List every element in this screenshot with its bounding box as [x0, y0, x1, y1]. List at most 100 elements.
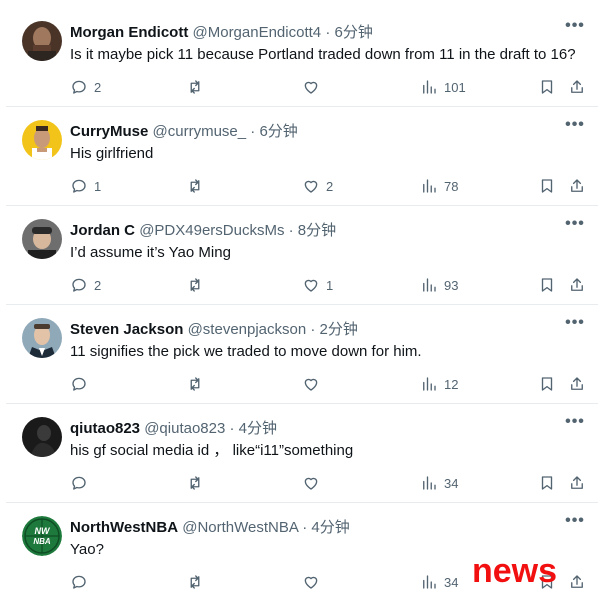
like-button[interactable]: 1	[302, 275, 333, 295]
display-name[interactable]: Steven Jackson	[70, 321, 183, 338]
views-button[interactable]: 93	[420, 275, 458, 295]
action-bar: 2 1 93	[70, 275, 588, 295]
repost-button[interactable]	[186, 473, 210, 493]
avatar[interactable]	[22, 417, 62, 457]
like-button[interactable]	[302, 77, 326, 97]
reply-header: Steven Jackson @stevenpjackson · 2分钟	[70, 318, 558, 338]
reply-icon	[72, 179, 86, 193]
bookmark-button[interactable]	[538, 275, 556, 295]
display-name[interactable]: Jordan C	[70, 222, 135, 239]
reply-header: NorthWestNBA @NorthWestNBA · 4分钟	[70, 516, 558, 536]
more-options-button[interactable]: •••	[564, 315, 586, 336]
user-handle[interactable]: @currymuse_	[153, 123, 247, 140]
repost-icon	[190, 278, 200, 292]
reply-icon	[72, 377, 86, 391]
reply-item[interactable]: Jordan C @PDX49ersDucksMs · 8分钟 ••• I’d …	[6, 206, 598, 305]
share-icon	[571, 179, 583, 192]
reply-button[interactable]	[70, 374, 94, 394]
bookmark-button[interactable]	[538, 77, 556, 97]
more-options-button[interactable]: •••	[564, 414, 586, 435]
view-count: 101	[444, 79, 466, 95]
reply-button[interactable]	[70, 572, 94, 592]
reply-item[interactable]: qiutao823 @qiutao823 · 4分钟 ••• his gf so…	[6, 404, 598, 503]
user-handle[interactable]: @PDX49ersDucksMs	[139, 222, 284, 239]
avatar[interactable]: NW NBA	[22, 516, 62, 556]
display-name[interactable]: CurryMuse	[70, 123, 148, 140]
reply-button[interactable]: 1	[70, 176, 101, 196]
reply-button[interactable]: 2	[70, 275, 101, 295]
svg-text:NBA: NBA	[33, 537, 51, 546]
like-button[interactable]	[302, 572, 326, 592]
svg-text:NW: NW	[35, 526, 51, 536]
timestamp[interactable]: 6分钟	[259, 123, 297, 140]
views-icon	[423, 476, 436, 490]
user-handle[interactable]: @qiutao823	[144, 420, 225, 437]
views-button[interactable]: 101	[420, 77, 466, 97]
views-button[interactable]: 34	[420, 572, 458, 592]
share-button[interactable]	[568, 374, 586, 394]
timestamp[interactable]: 2分钟	[320, 321, 358, 338]
user-handle[interactable]: @stevenpjackson	[188, 321, 307, 338]
like-button[interactable]	[302, 473, 326, 493]
more-options-button[interactable]: •••	[564, 216, 586, 237]
bookmark-button[interactable]	[538, 374, 556, 394]
more-options-button[interactable]: •••	[564, 513, 586, 534]
separator: ·	[288, 222, 294, 239]
reply-item[interactable]: CurryMuse @currymuse_ · 6分钟 ••• His girl…	[6, 107, 598, 206]
heart-icon	[304, 477, 318, 490]
reply-button[interactable]	[70, 473, 94, 493]
reply-text: His girlfriend	[70, 145, 154, 162]
share-button[interactable]	[568, 77, 586, 97]
more-options-button[interactable]: •••	[564, 117, 586, 138]
repost-icon	[190, 476, 200, 490]
views-button[interactable]: 12	[420, 374, 458, 394]
reply-count: 2	[94, 277, 102, 293]
display-name[interactable]: qiutao823	[70, 420, 140, 437]
timestamp[interactable]: 4分钟	[311, 519, 349, 536]
bookmark-icon	[541, 80, 553, 94]
reply-text: his gf social media id ， like“i11”someth…	[70, 442, 354, 459]
share-icon	[571, 476, 583, 489]
views-icon	[423, 80, 436, 94]
views-icon	[423, 179, 436, 193]
user-handle[interactable]: @NorthWestNBA	[182, 519, 298, 536]
repost-button[interactable]	[186, 176, 210, 196]
action-bar: 12	[70, 374, 588, 394]
avatar[interactable]	[22, 120, 62, 160]
avatar[interactable]	[22, 219, 62, 259]
share-button[interactable]	[568, 572, 586, 592]
share-button[interactable]	[568, 275, 586, 295]
views-button[interactable]: 78	[420, 176, 458, 196]
timestamp[interactable]: 8分钟	[298, 222, 336, 239]
like-button[interactable]	[302, 374, 326, 394]
share-button[interactable]	[568, 473, 586, 493]
timestamp[interactable]: 4分钟	[239, 420, 277, 437]
reply-item[interactable]: Steven Jackson @stevenpjackson · 2分钟 •••…	[6, 305, 598, 404]
repost-button[interactable]	[186, 374, 210, 394]
more-options-button[interactable]: •••	[564, 18, 586, 39]
user-handle[interactable]: @MorganEndicott4	[193, 24, 322, 41]
reply-text: I’d assume it’s Yao Ming	[70, 244, 231, 261]
reply-text: 11 signifies the pick we traded to move …	[70, 343, 422, 360]
repost-icon	[190, 377, 200, 391]
reply-count: 1	[94, 178, 102, 194]
bookmark-button[interactable]	[538, 176, 556, 196]
like-button[interactable]: 2	[302, 176, 333, 196]
display-name[interactable]: NorthWestNBA	[70, 519, 178, 536]
avatar[interactable]	[22, 318, 62, 358]
repost-button[interactable]	[186, 275, 210, 295]
reply-header: Jordan C @PDX49ersDucksMs · 8分钟	[70, 219, 558, 239]
separator: ·	[310, 321, 316, 338]
display-name[interactable]: Morgan Endicott	[70, 24, 188, 41]
timestamp[interactable]: 6分钟	[334, 24, 372, 41]
separator: ·	[325, 24, 331, 41]
views-button[interactable]: 34	[420, 473, 458, 493]
share-button[interactable]	[568, 176, 586, 196]
repost-button[interactable]	[186, 77, 210, 97]
avatar[interactable]	[22, 21, 62, 61]
reply-item[interactable]: Morgan Endicott @MorganEndicott4 · 6分钟 •…	[6, 8, 598, 107]
reply-button[interactable]: 2	[70, 77, 101, 97]
views-icon	[423, 575, 436, 589]
bookmark-button[interactable]	[538, 473, 556, 493]
repost-button[interactable]	[186, 572, 210, 592]
